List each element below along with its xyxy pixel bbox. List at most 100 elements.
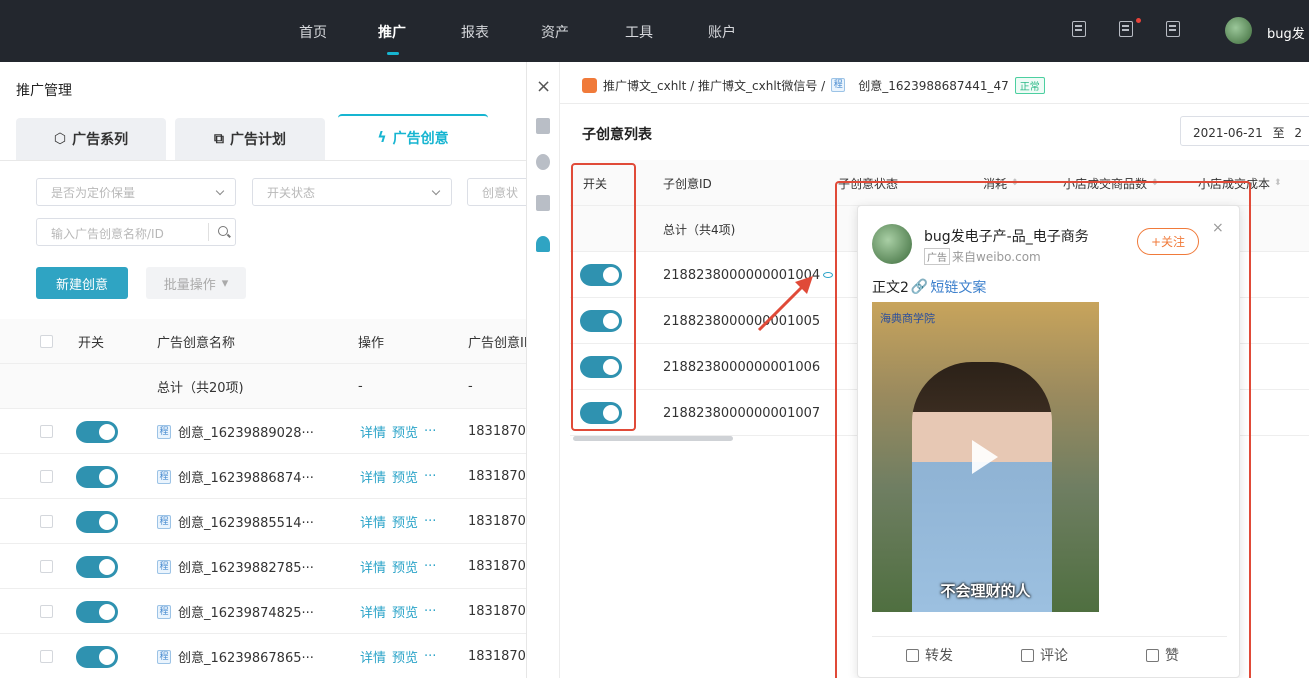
table-row: 程创意_16239889028··· 详情 预览 ··· 1831870 (0, 409, 526, 454)
select-all-checkbox[interactable] (40, 335, 53, 348)
row-switch-toggle[interactable] (76, 600, 118, 623)
more-actions[interactable]: ··· (424, 604, 436, 619)
tab-ad-series[interactable]: ⬡ 广告系列 (16, 118, 166, 160)
comment-button[interactable]: 评论 (1021, 645, 1068, 665)
batch-operation-button[interactable]: 批量操作 ▾ (146, 267, 246, 299)
follow-button[interactable]: +关注 (1137, 228, 1199, 255)
row-switch-toggle[interactable] (76, 510, 118, 533)
program-badge: 程 (831, 78, 846, 92)
nav-tools[interactable]: 工具 (625, 22, 653, 42)
preview-link[interactable]: 预览 (392, 512, 418, 531)
post-video[interactable]: 海典商学院 不会理财的人 (872, 302, 1099, 612)
thumbs-up-icon (1146, 648, 1159, 662)
tab-ad-plan[interactable]: ⧉ 广告计划 (175, 118, 325, 160)
detail-link[interactable]: 详情 (360, 647, 386, 666)
preview-link[interactable]: 预览 (392, 647, 418, 666)
row-checkbox[interactable] (40, 560, 53, 573)
more-actions[interactable]: ··· (424, 559, 436, 574)
status-badge: 正常 (1014, 76, 1045, 94)
preview-link[interactable]: 预览 (392, 422, 418, 441)
row-checkbox[interactable] (40, 515, 53, 528)
nav-promotion[interactable]: 推广 (378, 22, 406, 42)
more-actions[interactable]: ··· (424, 424, 436, 439)
switch-column-highlight (571, 163, 636, 431)
creative-name[interactable]: 创意_16239889028··· (178, 422, 314, 441)
short-link[interactable]: 短链文案 (930, 277, 986, 297)
message-icon[interactable] (1119, 21, 1133, 37)
row-checkbox[interactable] (40, 470, 53, 483)
play-icon[interactable] (972, 440, 998, 474)
table-header: 开关 广告创意名称 操作 广告创意II (0, 319, 526, 364)
new-creative-button[interactable]: 新建创意 (36, 267, 128, 299)
detail-link[interactable]: 详情 (360, 512, 386, 531)
search-placeholder: 输入广告创意名称/ID (51, 227, 164, 241)
search-icon[interactable] (218, 226, 228, 236)
tabs-divider (0, 160, 526, 161)
more-actions[interactable]: ··· (424, 469, 436, 484)
more-actions[interactable]: ··· (424, 649, 436, 664)
more-actions[interactable]: ··· (424, 514, 436, 529)
row-switch-toggle[interactable] (76, 465, 118, 488)
video-caption: 不会理财的人 (940, 582, 1031, 600)
date-range-picker[interactable]: 2021-06-21 至 2 (1180, 116, 1309, 146)
doc-badge-icon (582, 77, 597, 93)
tab-ad-creative[interactable]: ϟ 广告创意 (338, 114, 488, 160)
caret-down-icon: ▾ (221, 275, 229, 291)
detail-link[interactable]: 详情 (360, 557, 386, 576)
preview-link[interactable]: 预览 (392, 467, 418, 486)
detail-link[interactable]: 详情 (360, 467, 386, 486)
comment-icon (1021, 648, 1034, 662)
creative-name[interactable]: 创意_16239882785··· (178, 557, 314, 576)
row-switch-toggle[interactable] (76, 645, 118, 668)
report-icon[interactable] (536, 195, 550, 211)
creative-status-filter-select[interactable]: 创意状 (467, 178, 526, 206)
user-avatar[interactable] (1225, 17, 1252, 44)
total-ops: - (358, 379, 363, 394)
eye-icon[interactable] (823, 272, 834, 278)
username[interactable]: bug发 (1267, 23, 1305, 42)
row-checkbox[interactable] (40, 605, 53, 618)
document-icon[interactable] (536, 118, 550, 134)
lightbulb-icon[interactable] (536, 236, 550, 252)
tab-ad-creative-label: 广告创意 (392, 131, 449, 147)
switch-status-filter-select[interactable]: 开关状态 (252, 178, 452, 206)
creative-name[interactable]: 创意_16239886874··· (178, 467, 314, 486)
detail-link[interactable]: 详情 (360, 602, 386, 621)
program-badge: 程 (157, 559, 171, 574)
document-icon[interactable] (1072, 21, 1086, 37)
sub-creative-list-title: 子创意列表 (582, 127, 652, 143)
close-icon[interactable]: × (536, 76, 551, 97)
creative-search-input[interactable]: 输入广告创意名称/ID (36, 218, 236, 246)
nav-home[interactable]: 首页 (299, 22, 327, 42)
creative-name[interactable]: 创意_16239885514··· (178, 512, 314, 531)
breadcrumb-creative-name: 创意_1623988687441_47 (858, 78, 1009, 93)
row-switch-toggle[interactable] (76, 555, 118, 578)
total-id: - (468, 379, 473, 394)
nav-assets[interactable]: 资产 (541, 22, 569, 42)
total-row: 总计（共20项) - - (0, 364, 526, 409)
help-icon[interactable] (1166, 21, 1180, 37)
pricing-filter-select[interactable]: 是否为定价保量 (36, 178, 236, 206)
horizontal-scrollbar[interactable] (573, 436, 733, 441)
total-label: 总计（共20项) (157, 381, 244, 396)
preview-link[interactable]: 预览 (392, 602, 418, 621)
close-icon[interactable]: × (1212, 220, 1224, 236)
date-separator: 至 (1272, 126, 1285, 140)
post-source: 广告 来自weibo.com (924, 248, 1041, 265)
row-switch-toggle[interactable] (76, 420, 118, 443)
preview-link[interactable]: 预览 (392, 557, 418, 576)
repost-button[interactable]: 转发 (906, 645, 953, 665)
like-button[interactable]: 赞 (1146, 645, 1179, 665)
creative-name[interactable]: 创意_16239867865··· (178, 647, 314, 666)
creative-name[interactable]: 创意_16239874825··· (178, 602, 314, 621)
detail-link[interactable]: 详情 (360, 422, 386, 441)
row-checkbox[interactable] (40, 425, 53, 438)
pie-chart-icon[interactable] (536, 154, 550, 170)
nav-account[interactable]: 账户 (708, 22, 736, 42)
creative-id: 1831870 (468, 559, 526, 574)
breadcrumb-path[interactable]: 推广博文_cxhlt / 推广博文_cxhlt微信号 / (603, 77, 825, 94)
nav-reports[interactable]: 报表 (461, 22, 489, 42)
sort-icon: ⬍ (1274, 178, 1282, 188)
weibo-preview-card: bug发电子产-品_电子商务 广告 来自weibo.com +关注 × 正文2 … (857, 205, 1240, 678)
row-checkbox[interactable] (40, 650, 53, 663)
